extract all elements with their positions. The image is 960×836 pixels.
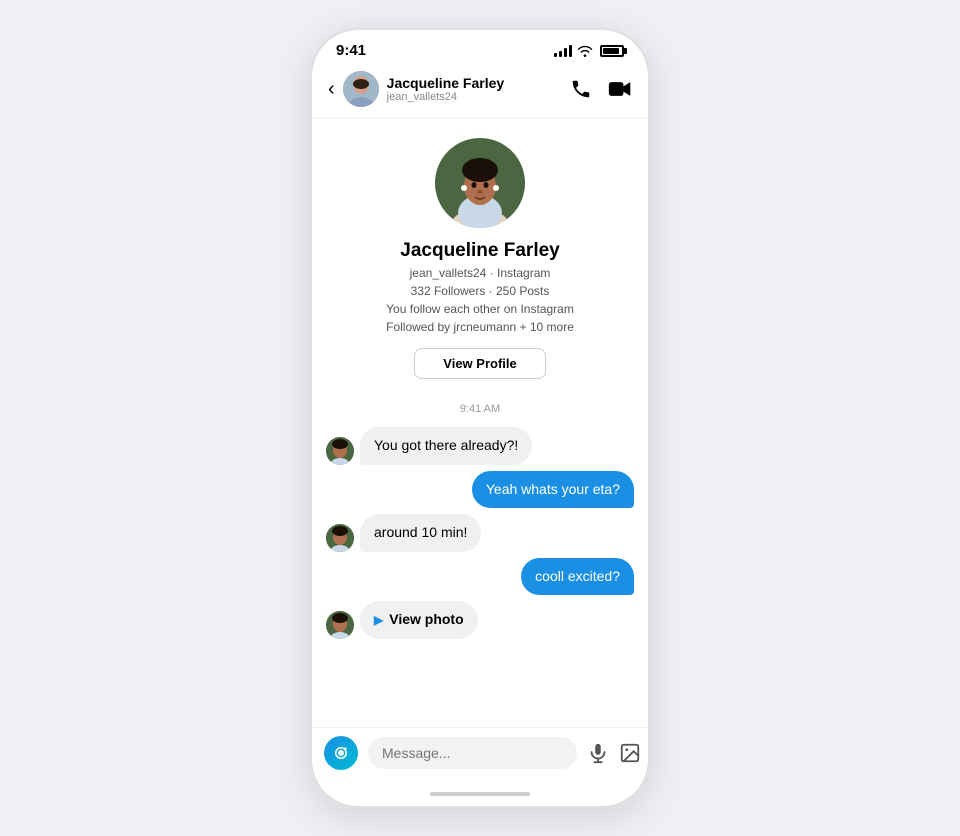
mic-icon[interactable] [587, 742, 609, 764]
profile-avatar [435, 138, 525, 228]
header-username: jean_vallets24 [387, 91, 570, 103]
battery-icon [600, 45, 624, 57]
profile-follow-info: You follow each other on Instagram [386, 302, 574, 316]
sender-avatar [326, 611, 354, 639]
status-time: 9:41 [336, 42, 366, 59]
message-row: ▶ View photo [326, 601, 634, 639]
camera-btn-icon [332, 744, 350, 762]
profile-section: Jacqueline Farley jean_vallets24 · Insta… [312, 118, 648, 395]
view-photo-bubble[interactable]: ▶ View photo [360, 601, 478, 639]
message-row: around 10 min! [326, 514, 634, 552]
header-actions [570, 78, 632, 100]
phone-frame: 9:41 [310, 28, 650, 808]
profile-meta: jean_vallets24 · Instagram [410, 266, 551, 280]
input-icons [587, 742, 648, 764]
phone-icon[interactable] [570, 78, 592, 100]
signal-bars-icon [554, 45, 572, 57]
chat-header: ‹ Jacqueline Farley jean_vallets24 [312, 65, 648, 118]
profile-stats: 332 Followers · 250 Posts [411, 284, 550, 298]
message-input[interactable] [368, 737, 577, 769]
message-row: Yeah whats your eta? [326, 471, 634, 509]
messages-area: You got there already?! Yeah whats your … [312, 427, 648, 639]
chat-content: Jacqueline Farley jean_vallets24 · Insta… [312, 118, 648, 727]
phone-inner: 9:41 [312, 30, 648, 806]
camera-button[interactable] [324, 736, 358, 770]
message-row: cooll excited? [326, 558, 634, 596]
view-photo-label: View photo [389, 610, 463, 630]
play-icon: ▶ [374, 612, 383, 629]
status-bar: 9:41 [312, 30, 648, 65]
message-bubble: cooll excited? [521, 558, 634, 596]
status-icons [554, 45, 624, 57]
video-icon[interactable] [608, 78, 632, 100]
wifi-icon [577, 45, 593, 57]
message-bubble: around 10 min! [360, 514, 481, 552]
back-button[interactable]: ‹ [328, 78, 335, 101]
profile-followed-by: Followed by jrcneumann + 10 more [386, 320, 574, 334]
profile-name: Jacqueline Farley [400, 240, 559, 262]
header-info: Jacqueline Farley jean_vallets24 [387, 75, 570, 104]
chat-input-bar [312, 727, 648, 786]
home-indicator [312, 786, 648, 806]
sender-avatar [326, 524, 354, 552]
header-name: Jacqueline Farley [387, 75, 570, 92]
sender-avatar [326, 437, 354, 465]
image-icon[interactable] [619, 742, 641, 764]
view-profile-button[interactable]: View Profile [414, 348, 545, 379]
message-bubble: You got there already?! [360, 427, 532, 465]
chat-timestamp: 9:41 AM [312, 403, 648, 415]
message-bubble: Yeah whats your eta? [472, 471, 634, 509]
message-row: You got there already?! [326, 427, 634, 465]
header-avatar [343, 71, 379, 107]
